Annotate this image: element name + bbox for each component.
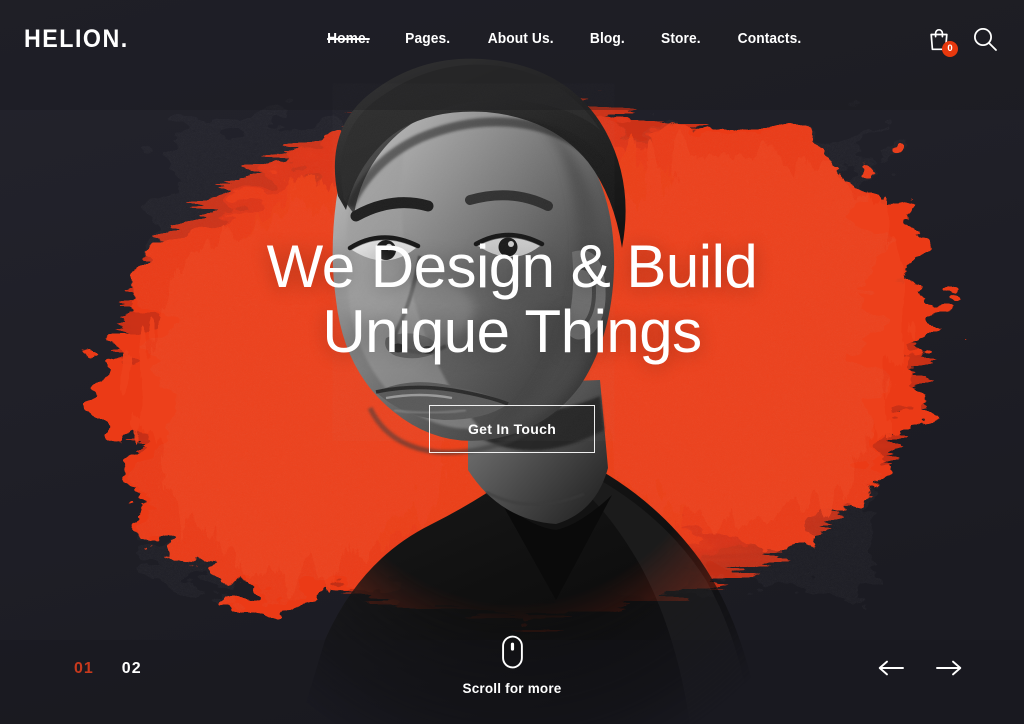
cart-button[interactable]: 0 [928, 27, 958, 57]
nav-item-about-us[interactable]: About Us. [471, 25, 569, 53]
nav-item-pages[interactable]: Pages. [389, 25, 466, 53]
slider-prev-button[interactable] [878, 660, 904, 676]
slide-number-01[interactable]: 01 [74, 660, 94, 678]
scroll-hint-label: Scroll for more [462, 681, 562, 696]
main-navigation: Home. Pages. About Us. Blog. Store. Cont… [309, 25, 820, 53]
slide-number-02[interactable]: 02 [122, 660, 142, 678]
arrow-left-icon [878, 660, 904, 676]
nav-item-home[interactable]: Home. [311, 25, 386, 53]
search-icon [973, 27, 997, 51]
cart-badge-count: 0 [942, 41, 958, 57]
slider-next-button[interactable] [936, 660, 962, 676]
search-button[interactable] [972, 26, 998, 52]
arrow-right-icon [936, 660, 962, 676]
site-header: HELION. Home. Pages. About Us. Blog. Sto… [0, 0, 1024, 78]
headline-line-2: Unique Things [322, 298, 702, 365]
hero-headline: We Design & Build Unique Things [266, 233, 758, 365]
nav-item-contacts[interactable]: Contacts. [721, 25, 817, 53]
header-actions: 0 [928, 26, 1002, 57]
mouse-icon [501, 635, 523, 669]
slider-arrows [878, 660, 962, 676]
nav-item-store[interactable]: Store. [645, 25, 717, 53]
site-logo[interactable]: HELION. [24, 26, 129, 52]
scroll-for-more[interactable]: Scroll for more [462, 635, 561, 696]
headline-line-1: We Design & Build [266, 233, 758, 301]
nav-item-blog[interactable]: Blog. [574, 25, 641, 53]
slide-counter: 01 02 [74, 660, 142, 678]
get-in-touch-button[interactable]: Get In Touch [428, 404, 596, 453]
hero-slider-page: HELION. Home. Pages. About Us. Blog. Sto… [0, 0, 1024, 724]
